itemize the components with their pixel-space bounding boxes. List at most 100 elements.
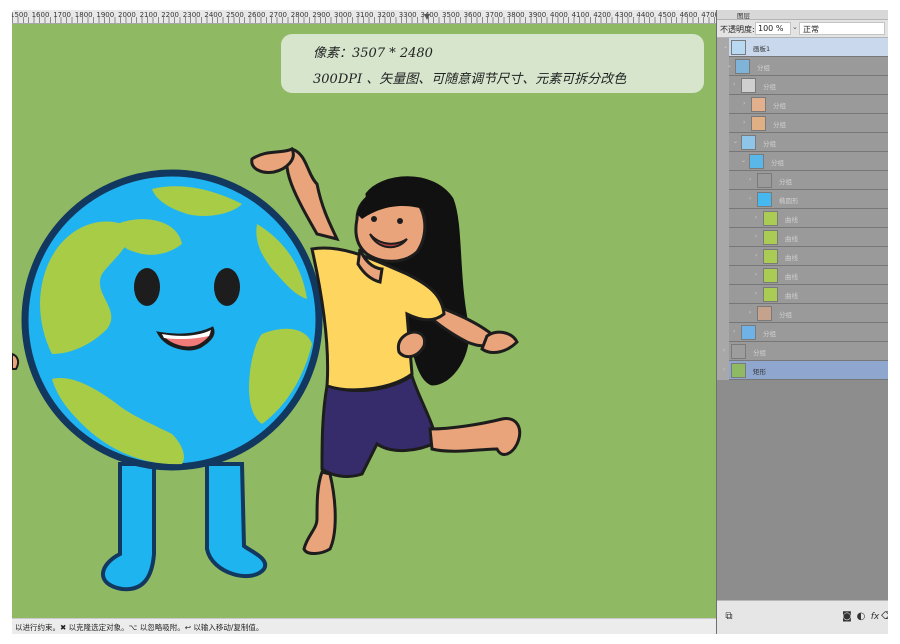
ruler-label: 3800 <box>506 11 525 19</box>
chevron-icon[interactable]: › <box>755 290 757 297</box>
status-bar: 以进行约束。✖ 以克隆选定对象。⌥ 以忽略吸附。↩ 以输入移动/复制值。 <box>12 618 716 634</box>
globe <box>21 169 323 471</box>
layer-row[interactable]: › 分组 <box>717 342 888 361</box>
layer-row[interactable]: › 曲线 <box>717 247 888 266</box>
delete-icon[interactable]: ⌫ <box>881 611 888 623</box>
layer-row[interactable]: › 分组 <box>717 76 888 95</box>
layer-row[interactable]: › 分组 <box>717 114 888 133</box>
layer-row[interactable]: › 曲线 <box>717 266 888 285</box>
horizontal-ruler[interactable]: 1500160017001800190020002100220023002400… <box>12 10 716 24</box>
layer-row[interactable]: ⌄ 分组 <box>717 133 888 152</box>
ruler-label: 2500 <box>226 11 244 19</box>
layer-row[interactable]: › 曲线 <box>717 228 888 247</box>
chevron-icon[interactable]: › <box>749 195 751 202</box>
layer-visibility-toggle[interactable] <box>717 114 729 133</box>
layer-visibility-toggle[interactable] <box>717 190 729 209</box>
layer-row[interactable]: › 椭圆形 <box>717 190 888 209</box>
layer-visibility-toggle[interactable] <box>717 152 729 171</box>
chevron-icon[interactable]: › <box>749 176 751 183</box>
fx-icon[interactable]: fx <box>869 611 881 623</box>
layer-visibility-toggle[interactable] <box>717 76 729 95</box>
chevron-icon[interactable]: › <box>755 214 757 221</box>
layer-name: 分组 <box>779 178 792 186</box>
chevron-icon[interactable]: › <box>723 347 725 354</box>
layer-row[interactable]: ⌄ 分组 <box>717 57 888 76</box>
layer-row[interactable]: › 分组 <box>717 304 888 323</box>
layer-row[interactable]: › 曲线 <box>717 285 888 304</box>
layer-row[interactable]: › 分组 <box>717 95 888 114</box>
layer-thumbnail <box>751 97 766 112</box>
opacity-row: 不透明度: 100 % ⌄ 正常 <box>717 20 888 38</box>
layer-visibility-toggle[interactable] <box>717 228 729 247</box>
layer-row[interactable]: › 分组 <box>717 171 888 190</box>
ruler-label: 2400 <box>204 11 223 19</box>
layer-name: 画板1 <box>753 45 771 53</box>
document-canvas[interactable]: 像素：3507 * 2480 300DPI 、矢量图、可随意调节尺寸、元素可拆分… <box>12 24 716 618</box>
layer-row[interactable]: › 曲线 <box>717 209 888 228</box>
ruler-position-marker <box>424 14 430 20</box>
illustration[interactable] <box>12 24 716 618</box>
layer-visibility-toggle[interactable] <box>717 171 729 190</box>
layer-name: 曲线 <box>785 216 798 224</box>
chevron-icon[interactable]: › <box>723 366 725 373</box>
chevron-icon[interactable]: › <box>749 309 751 316</box>
layer-thumbnail <box>757 192 772 207</box>
chevron-icon[interactable]: › <box>733 328 735 335</box>
layer-thumbnail <box>751 116 766 131</box>
layer-name: 分组 <box>763 330 776 338</box>
chevron-icon[interactable]: › <box>755 252 757 259</box>
layer-thumbnail <box>741 135 756 150</box>
layer-thumbnail <box>735 59 750 74</box>
layer-visibility-toggle[interactable] <box>717 323 729 342</box>
layer-row[interactable]: › 矩形 <box>717 361 888 380</box>
layer-name: 曲线 <box>785 292 798 300</box>
ruler-label: 3100 <box>355 11 374 19</box>
chevron-down-icon[interactable]: ⌄ <box>792 23 798 31</box>
layer-row[interactable]: › 分组 <box>717 323 888 342</box>
chevron-icon[interactable]: ⌄ <box>741 157 746 164</box>
layer-thumbnail <box>757 173 772 188</box>
layer-row[interactable]: ⌄ 分组 <box>717 152 888 171</box>
ruler-label: 3000 <box>334 11 352 19</box>
layer-visibility-toggle[interactable] <box>717 266 729 285</box>
panel-bottom-toolbar: ⧉ ◙ ◐ fx ⌫ <box>717 600 888 634</box>
layer-name: 椭圆形 <box>779 197 799 205</box>
chevron-icon[interactable]: › <box>733 81 735 88</box>
chevron-icon[interactable]: › <box>743 119 745 126</box>
chevron-icon[interactable]: › <box>755 271 757 278</box>
ruler-label: 1500 <box>12 11 28 19</box>
layer-visibility-toggle[interactable] <box>717 304 729 323</box>
globe-hand <box>12 352 20 370</box>
layer-visibility-toggle[interactable] <box>717 209 729 228</box>
opacity-label: 不透明度: <box>720 25 755 34</box>
tab-layers[interactable]: 图层 <box>737 10 750 20</box>
chevron-icon[interactable]: › <box>755 233 757 240</box>
layer-row[interactable]: ⌄ 画板1 <box>717 38 888 57</box>
layer-name: 曲线 <box>785 273 798 281</box>
chevron-icon[interactable]: ⌄ <box>733 138 738 145</box>
ruler-label: 4500 <box>658 11 676 19</box>
layer-thumbnail <box>741 78 756 93</box>
mask-icon[interactable]: ◙ <box>841 611 853 623</box>
opacity-input[interactable]: 100 % <box>755 22 791 35</box>
layer-thumbnail <box>763 230 778 245</box>
layer-name: 矩形 <box>753 368 766 376</box>
layer-name: 分组 <box>763 83 776 91</box>
layer-visibility-toggle[interactable] <box>717 285 729 304</box>
adjustment-icon[interactable]: ◐ <box>855 611 867 623</box>
ruler-label: 2800 <box>290 11 309 19</box>
layer-thumbnail <box>731 344 746 359</box>
layer-visibility-toggle[interactable] <box>717 95 729 114</box>
chevron-icon[interactable]: ⌄ <box>723 43 728 50</box>
layer-visibility-toggle[interactable] <box>717 247 729 266</box>
layer-list[interactable]: ⌄ 画板1 ⌄ 分组 › 分组 › 分组 › 分组 ⌄ 分组 ⌄ 分组 › 分组 › 椭圆形 › 曲线 › 曲线 › 曲线 › 曲… <box>717 38 888 600</box>
duplicate-icon[interactable]: ⧉ <box>723 611 735 623</box>
chevron-icon[interactable]: ⌄ <box>727 62 732 69</box>
layer-thumbnail <box>731 363 746 378</box>
layer-visibility-toggle[interactable] <box>717 133 729 152</box>
chevron-icon[interactable]: › <box>743 100 745 107</box>
layer-name: 分组 <box>773 121 786 129</box>
blend-mode-select[interactable]: 正常 <box>799 22 885 35</box>
ruler-label: 4700 <box>701 11 716 19</box>
ruler-label: 2100 <box>139 11 158 19</box>
